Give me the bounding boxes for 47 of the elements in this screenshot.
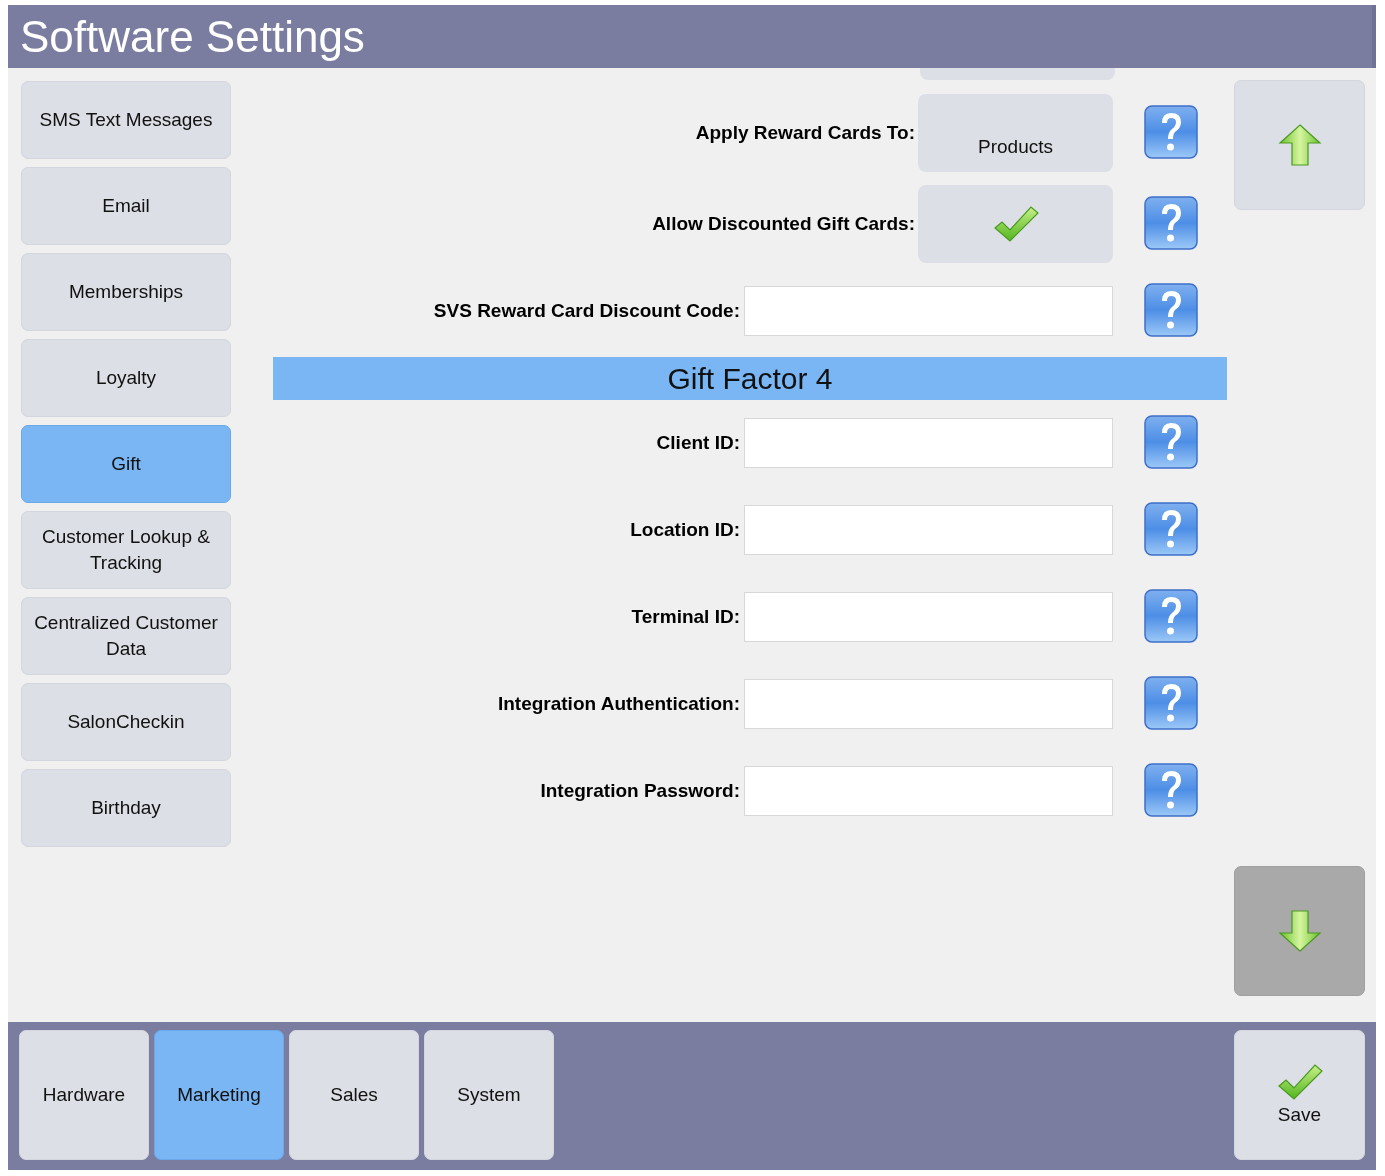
- setting-label: Apply Reward Cards To:: [694, 122, 915, 144]
- sidebar-item[interactable]: Memberships: [21, 253, 231, 331]
- down-arrow-icon: [1277, 909, 1322, 953]
- tab[interactable]: System: [424, 1030, 554, 1160]
- sidebar-item[interactable]: Customer Lookup & Tracking: [21, 511, 231, 589]
- sidebar-item[interactable]: Loyalty: [21, 339, 231, 417]
- help-icon[interactable]: [1144, 105, 1198, 161]
- tab[interactable]: Hardware: [19, 1030, 149, 1160]
- setting-label: Terminal ID:: [630, 606, 740, 628]
- sidebar-item[interactable]: Birthday: [21, 769, 231, 847]
- input-field[interactable]: [744, 592, 1113, 642]
- up-arrow-icon: [1277, 123, 1322, 167]
- input-field[interactable]: [744, 505, 1113, 555]
- setting-label: Location ID:: [629, 519, 740, 541]
- help-icon[interactable]: [1144, 676, 1198, 732]
- help-icon[interactable]: [1144, 196, 1198, 252]
- scroll-down-button[interactable]: [1234, 866, 1365, 996]
- help-icon[interactable]: [1144, 589, 1198, 645]
- setting-label: Integration Authentication:: [496, 693, 740, 715]
- input-field[interactable]: [744, 766, 1113, 816]
- sidebar-item[interactable]: Centralized Customer Data: [21, 597, 231, 675]
- sidebar-item[interactable]: SMS Text Messages: [21, 81, 231, 159]
- option-button[interactable]: [920, 68, 1115, 80]
- window-title: Software Settings: [20, 11, 365, 62]
- scroll-up-button[interactable]: [1234, 80, 1365, 210]
- tab[interactable]: Sales: [289, 1030, 419, 1160]
- help-icon[interactable]: [1144, 502, 1198, 558]
- tab[interactable]: Marketing: [154, 1030, 284, 1160]
- sidebar-item[interactable]: Email: [21, 167, 231, 245]
- checkmark-icon: [1276, 1062, 1323, 1102]
- setting-label: SVS Reward Card Discount Code:: [432, 300, 740, 322]
- input-field[interactable]: [744, 679, 1113, 729]
- setting-label: Client ID:: [655, 432, 740, 454]
- toggle-button[interactable]: [918, 185, 1113, 263]
- save-button[interactable]: Save: [1234, 1030, 1365, 1160]
- option-button[interactable]: Products: [918, 94, 1113, 172]
- sidebar-item[interactable]: Gift: [21, 425, 231, 503]
- checkmark-icon: [992, 204, 1039, 244]
- help-icon[interactable]: [1144, 415, 1198, 471]
- setting-label: Integration Password:: [539, 780, 740, 802]
- section-title: Gift Factor 4: [667, 361, 833, 396]
- sidebar-item[interactable]: SalonCheckin: [21, 683, 231, 761]
- help-icon[interactable]: [1144, 763, 1198, 819]
- input-field[interactable]: [744, 286, 1113, 336]
- input-field[interactable]: [744, 418, 1113, 468]
- setting-label: Allow Discounted Gift Cards:: [651, 213, 915, 235]
- help-icon[interactable]: [1144, 283, 1198, 339]
